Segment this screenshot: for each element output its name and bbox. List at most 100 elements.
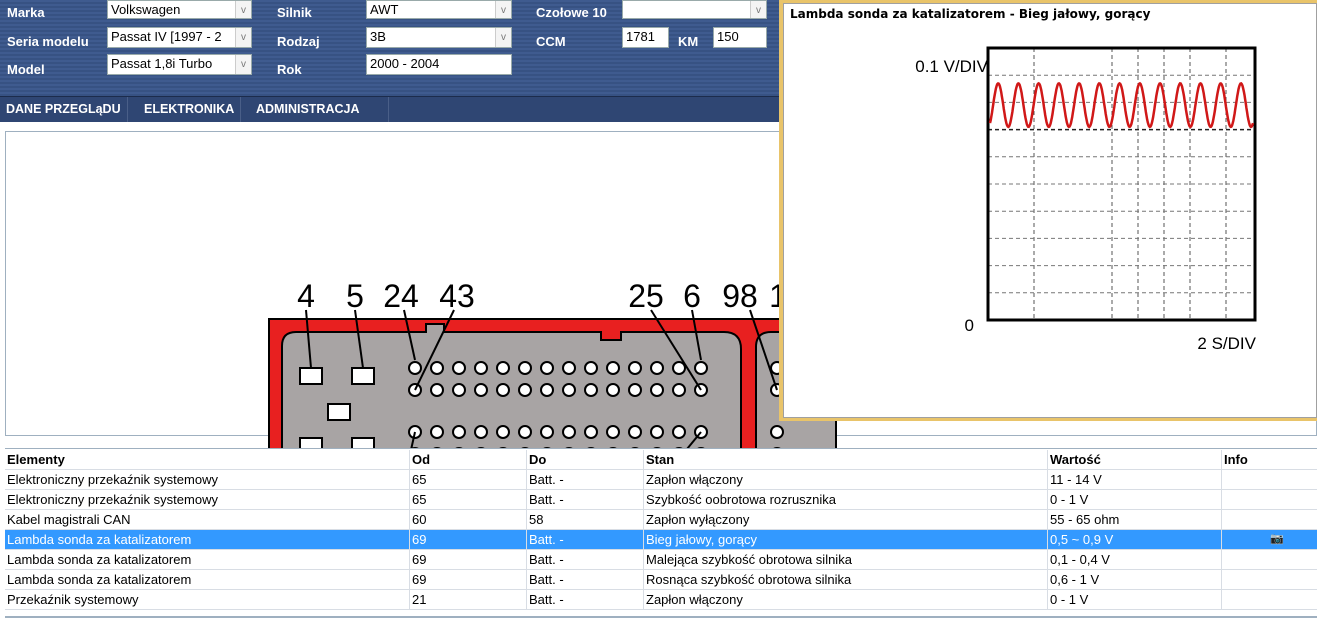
pin <box>672 361 686 375</box>
table-row[interactable]: Kabel magistrali CAN 60 58 Zapłon wyłączony… <box>5 510 1317 530</box>
column-divider <box>643 510 644 530</box>
column-divider <box>1221 570 1222 590</box>
column-header[interactable]: Stan <box>646 452 674 467</box>
table-cell: Elektroniczny przekaźnik systemowy <box>7 492 218 507</box>
column-header[interactable]: Info <box>1224 452 1248 467</box>
pin <box>562 425 576 439</box>
pin <box>540 383 554 397</box>
pin <box>628 425 642 439</box>
table-cell: 21 <box>412 592 427 607</box>
table-cell: 0 - 1 V <box>1050 492 1089 507</box>
table-cell: Lambda sonda za katalizatorem <box>7 532 192 547</box>
pin <box>430 425 444 439</box>
pin <box>496 425 510 439</box>
column-divider <box>1221 510 1222 530</box>
column-divider <box>1047 550 1048 570</box>
column-divider <box>643 530 644 550</box>
column-header[interactable]: Do <box>529 452 546 467</box>
column-divider <box>1221 530 1222 550</box>
table-cell: Batt. - <box>529 492 564 507</box>
pin <box>650 383 664 397</box>
pin <box>518 425 532 439</box>
pin <box>606 425 620 439</box>
table-row[interactable]: Przekaźnik systemowy 21 Batt. - Zapłon włąc… <box>5 590 1317 610</box>
pin <box>606 361 620 375</box>
table-cell: Malejąca szybkość obrotowa silnika <box>646 552 852 567</box>
column-divider <box>526 450 527 470</box>
table-cell: 0,6 - 1 V <box>1050 572 1100 587</box>
table-cell: Zapłon włączony <box>646 592 743 607</box>
pin <box>584 383 598 397</box>
table-cell: Batt. - <box>529 532 564 547</box>
column-header[interactable]: Elementy <box>7 452 65 467</box>
column-divider <box>1221 470 1222 490</box>
table-cell: 65 <box>412 492 427 507</box>
pin-label-top: 4 <box>297 278 315 314</box>
x-scale-label: 2 S/DIV <box>1197 334 1256 353</box>
waveform-series <box>988 81 1255 129</box>
column-divider <box>409 570 410 590</box>
measurements-table: Elementy Od Do Stan Wartość Info Elektroniczny… <box>5 448 1317 618</box>
pin <box>518 383 532 397</box>
table-cell: Batt. - <box>529 472 564 487</box>
pin-label-top: 5 <box>346 278 364 314</box>
camera-icon[interactable]: 📷 <box>1270 532 1284 545</box>
table-cell: Zapłon wyłączony <box>646 512 750 527</box>
column-divider <box>643 470 644 490</box>
column-divider <box>1221 490 1222 510</box>
column-divider <box>409 590 410 610</box>
table-cell: Batt. - <box>529 552 564 567</box>
column-divider <box>1047 470 1048 490</box>
column-divider <box>1047 510 1048 530</box>
power-pin <box>351 367 375 385</box>
column-divider <box>1221 450 1222 470</box>
pin <box>562 361 576 375</box>
pin <box>672 383 686 397</box>
pin <box>650 425 664 439</box>
pin-label-top: 6 <box>683 278 701 314</box>
pin <box>606 383 620 397</box>
table-row[interactable]: Elektroniczny przekaźnik systemowy 65 Batt… <box>5 470 1317 490</box>
column-divider <box>409 550 410 570</box>
column-divider <box>526 510 527 530</box>
table-cell: 69 <box>412 532 427 547</box>
pin <box>562 383 576 397</box>
pin <box>770 425 784 439</box>
pin <box>452 361 466 375</box>
table-cell: 69 <box>412 552 427 567</box>
column-divider <box>1221 590 1222 610</box>
column-divider <box>643 570 644 590</box>
column-divider <box>409 470 410 490</box>
table-cell: Zapłon włączony <box>646 472 743 487</box>
pin <box>628 361 642 375</box>
column-divider <box>526 490 527 510</box>
column-divider <box>526 530 527 550</box>
pin <box>540 425 554 439</box>
column-header[interactable]: Od <box>412 452 430 467</box>
pin <box>540 361 554 375</box>
table-row[interactable]: Lambda sonda za katalizatorem 69 Batt. - Ma… <box>5 550 1317 570</box>
table-cell: Elektroniczny przekaźnik systemowy <box>7 472 218 487</box>
column-divider <box>526 570 527 590</box>
column-divider <box>409 530 410 550</box>
table-cell: Przekaźnik systemowy <box>7 592 139 607</box>
pin <box>694 361 708 375</box>
table-row[interactable]: Lambda sonda za katalizatorem 69 Batt. - Bi… <box>5 530 1317 550</box>
table-header: Elementy Od Do Stan Wartość Info <box>5 450 1317 470</box>
pin-label-top: 98 <box>722 278 758 314</box>
waveform-popup[interactable]: Lambda sonda za katalizatorem - Bieg jał… <box>779 0 1317 421</box>
pin <box>474 361 488 375</box>
pin <box>430 383 444 397</box>
column-header[interactable]: Wartość <box>1050 452 1101 467</box>
column-divider <box>1047 490 1048 510</box>
pin <box>452 383 466 397</box>
column-divider <box>1047 530 1048 550</box>
table-cell: 58 <box>529 512 544 527</box>
column-divider <box>526 590 527 610</box>
table-row[interactable]: Elektroniczny przekaźnik systemowy 65 Batt… <box>5 490 1317 510</box>
pin <box>452 425 466 439</box>
table-cell: 55 - 65 ohm <box>1050 512 1120 527</box>
table-row[interactable]: Lambda sonda za katalizatorem 69 Batt. - Ro… <box>5 570 1317 590</box>
table-cell: 0,1 - 0,4 V <box>1050 552 1110 567</box>
table-cell: 0,5 ~ 0,9 V <box>1050 532 1114 547</box>
